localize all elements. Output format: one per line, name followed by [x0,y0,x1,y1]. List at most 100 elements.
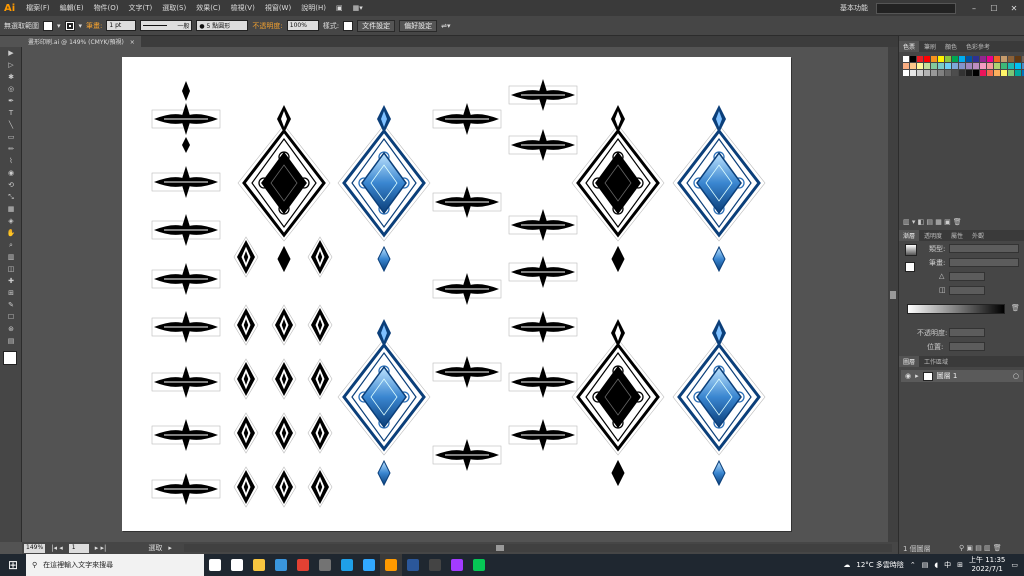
color-swatch[interactable] [980,70,986,76]
color-swatch[interactable] [917,63,923,69]
small-diamond[interactable] [233,304,259,346]
brush-dropdown[interactable]: ● 5 點圓形 [196,20,249,31]
color-swatch[interactable] [938,63,944,69]
panel-menu-icon[interactable]: ⇌▾ [441,22,450,30]
color-swatch[interactable] [994,63,1000,69]
target-icon[interactable]: ○ [1013,372,1019,380]
small-diamond[interactable] [307,466,333,508]
small-drop[interactable] [182,137,190,153]
tool-11[interactable]: ⟲ [2,179,20,191]
tab-gradient[interactable]: 漸層 [899,230,920,241]
prev-artboard-icon[interactable]: |◂ ◂ [51,544,63,552]
layer-row[interactable]: ◉ ▸ 圖層 1 ○ [901,370,1023,382]
horizontal-ornament[interactable] [151,473,221,505]
small-diamond[interactable] [307,304,333,346]
color-swatch[interactable] [924,70,930,76]
menu-effect[interactable]: 效果(C) [191,3,225,13]
tool-4[interactable]: ✒ [2,95,20,107]
color-swatch[interactable] [994,56,1000,62]
color-swatch[interactable] [1015,63,1021,69]
color-swatch[interactable] [966,63,972,69]
clock[interactable]: 上午 11:35 2022/7/1 [969,556,1005,574]
tool-8[interactable]: ✏ [2,143,20,155]
bridge-icon[interactable]: ▣ [331,4,348,12]
line-icon[interactable] [468,554,490,576]
color-swatch[interactable] [1001,56,1007,62]
color-swatch[interactable] [1001,63,1007,69]
tool-7[interactable]: ▭ [2,131,20,143]
small-diamond[interactable] [233,358,259,400]
black-diamond-ornament[interactable] [571,105,665,273]
notifications-icon[interactable]: ▭ [1011,561,1018,569]
photoshop-icon[interactable] [358,554,380,576]
color-swatch[interactable] [938,56,944,62]
workspace-switcher[interactable]: 基本功能 [840,3,868,13]
small-diamond[interactable] [307,412,333,454]
tool-10[interactable]: ◉ [2,167,20,179]
color-swatch[interactable] [910,56,916,62]
zoom-field[interactable]: 149% [24,543,46,553]
color-swatch[interactable] [966,56,972,62]
taskbar-search-box[interactable]: ⚲ 在這裡輸入文字來搜尋 [26,554,204,576]
edge-icon[interactable] [336,554,358,576]
horizontal-ornament[interactable] [432,103,502,135]
messenger-icon[interactable] [446,554,468,576]
color-swatch[interactable] [931,56,937,62]
gradient-preview[interactable] [905,244,917,256]
color-swatch[interactable] [903,70,909,76]
tab-layers[interactable]: 圖層 [899,356,920,367]
tool-9[interactable]: ⌇ [2,155,20,167]
color-swatch[interactable] [910,70,916,76]
ime-mode-icon[interactable]: ⊞ [957,561,963,569]
chevron-down-icon[interactable]: ▾ [79,22,83,30]
network-icon[interactable]: ▤ [922,561,929,569]
horizontal-scrollbar[interactable] [183,544,892,552]
color-swatch[interactable] [959,56,965,62]
ime-indicator[interactable]: 中 [944,560,951,570]
gradient-opacity-field[interactable] [949,328,985,337]
eye-icon[interactable]: ◉ [905,372,911,380]
horizontal-ornament[interactable] [432,273,502,305]
color-swatch[interactable] [987,63,993,69]
menu-help[interactable]: 說明(H) [296,3,331,13]
menu-file[interactable]: 檔案(F) [21,3,55,13]
vertical-scrollbar[interactable] [888,47,898,542]
horizontal-ornament[interactable] [151,166,221,198]
color-swatch[interactable] [945,63,951,69]
horizontal-ornament[interactable] [151,103,221,135]
small-diamond[interactable] [307,358,333,400]
small-diamond[interactable] [233,236,259,278]
fill-indicator[interactable] [905,262,915,272]
close-tab-icon[interactable]: × [130,39,135,46]
tool-18[interactable]: ◫ [2,263,20,275]
color-swatch[interactable] [945,70,951,76]
delete-stop-icon[interactable]: 🗑 [1011,304,1020,312]
gradient-position-field[interactable] [949,342,985,351]
gradient-type-dropdown[interactable] [949,244,1019,253]
calculator-icon[interactable] [314,554,336,576]
aspect-ratio-field[interactable] [949,286,985,295]
color-swatch[interactable] [1008,63,1014,69]
color-swatch[interactable] [994,70,1000,76]
preferences-button[interactable]: 偏好設定 [399,19,438,32]
gradient-slider[interactable] [907,304,1005,314]
store-icon[interactable] [270,554,292,576]
blue-diamond-ornament[interactable] [672,319,766,487]
tab-color-guide[interactable]: 色彩參考 [962,41,994,52]
tool-19[interactable]: ✚ [2,275,20,287]
horizontal-ornament[interactable] [508,311,578,343]
tool-15[interactable]: ✋ [2,227,20,239]
menu-edit[interactable]: 編輯(E) [55,3,89,13]
blue-diamond-ornament[interactable] [672,105,766,273]
horizontal-ornament[interactable] [508,366,578,398]
close-button[interactable]: ✕ [1006,4,1022,13]
document-setup-button[interactable]: 文件設定 [357,19,396,32]
stroke-swatch[interactable] [64,20,75,31]
tool-13[interactable]: ▦ [2,203,20,215]
tool-22[interactable]: ☐ [2,311,20,323]
black-diamond-ornament[interactable] [571,319,665,487]
tab-transparency[interactable]: 透明度 [920,230,946,241]
color-swatch[interactable] [1015,70,1021,76]
angle-field[interactable] [949,272,985,281]
horizontal-ornament[interactable] [151,366,221,398]
